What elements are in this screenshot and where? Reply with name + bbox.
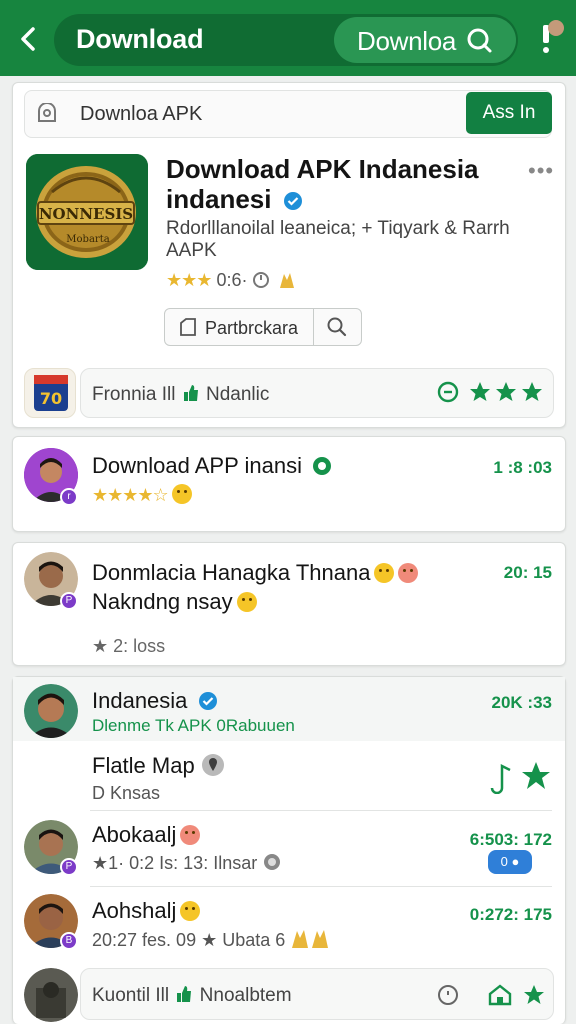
clap-emoji-icon [279,273,294,288]
post-author-name: Donmlacia Hanagka Thnana [92,560,419,586]
thread-item-subtitle: D Knsas [92,783,161,803]
tongue-emoji-icon [180,825,201,845]
avatar-status-badge: P [60,858,78,876]
thread-time: 20K :33 [491,693,552,712]
smile-emoji-icon [180,901,201,921]
search-icon[interactable] [466,27,494,55]
app-title-text: Download APK Indanesia indanesi [166,154,479,214]
thread-item-subtitle-text: ★1· 0:2 Is: 13: Ilnsar [92,853,258,873]
badge-graphic: 70 [34,375,68,411]
thumbs-up-icon [177,986,192,1002]
clap-emoji-icon [292,930,329,948]
app-badge-thumbnail[interactable]: 70 [24,368,76,418]
post-author-text: Donmlacia Hanagka Thnana [92,560,371,585]
magnifier-icon[interactable] [326,316,348,338]
more-options-icon[interactable]: ••• [528,158,554,184]
divider [90,810,552,811]
badge-number: 70 [40,389,62,408]
avatar-status-badge: P [60,592,78,610]
bottom-info-text-b: Nnoalbtem [199,985,292,1006]
location-pin-icon [38,103,56,122]
avatar-image [24,968,78,1022]
post-author-name: Download APP inansi [92,453,332,479]
post-time: 1 :8 :03 [493,458,552,477]
thread-item-title: Flatle Map [92,753,225,779]
reply-count-pill[interactable]: 0 ● [488,850,532,874]
app-subtitle: Rdorlllanoilal leaneica; + Tiqyark & Rar… [166,218,510,261]
rating-stars-icon: ★★★ [166,270,212,290]
avatar-image [24,684,78,738]
verified-badge-icon [283,192,302,210]
thread-item-title: Aohshalj [92,898,201,924]
thread-author-name: Indanesia [92,688,218,714]
bottom-row-actions[interactable] [436,982,554,1008]
button-divider [313,309,314,345]
page-title: Download [76,24,204,54]
assign-button[interactable]: Ass In [466,92,552,134]
post-stars-text: ★★★★☆ [92,485,169,505]
avatar[interactable] [24,684,78,738]
app-rating: ★★★ 0:6· [166,270,298,291]
avatar[interactable] [24,968,78,1022]
thread-subtitle: Dlenme Tk APK 0Rabuuen [92,716,295,735]
app-icon-subtext: Mobarta [66,234,109,245]
thread-item-title-text: Aohshalj [92,898,177,923]
post-meta: ★ 2: loss [92,636,166,656]
heart-eyes-emoji-icon [398,563,419,583]
post-second-line-text: Nakndng nsay [92,589,233,614]
card-search-text[interactable]: Downloa APK [80,103,202,126]
app-info-text-a: Fronnia Ill [92,384,176,405]
app-icon[interactable]: NONNESIS Mobarta [26,154,148,270]
smile-emoji-icon [236,592,257,612]
app-title: Download APK Indanesia indanesi [166,154,516,214]
globe-icon [264,854,281,870]
timer-icon[interactable] [436,380,460,404]
smile-emoji-icon [374,563,395,583]
thread-item-title-text: Flatle Map [92,753,195,778]
verified-badge-icon [198,692,217,710]
clock-icon [253,272,270,288]
reply-count-text: 0 [500,854,508,869]
thread-item-subtitle: 20:27 fes. 09 ★ Ubata 6 [92,928,332,951]
app-icon-graphic: NONNESIS Mobarta [26,154,148,270]
thread-item-title: Abokaalj [92,822,201,848]
post-time: 20: 15 [503,563,552,582]
avatar-status-badge: r [60,488,78,506]
verified-green-icon [313,457,332,475]
thread-item-subtitle: ★1· 0:2 Is: 13: Ilnsar [92,852,282,874]
thread-author-text: Indanesia [92,688,188,713]
thumbs-up-icon [183,385,198,401]
post-rating: ★★★★☆ [92,484,192,506]
thread-item-subtitle-text: 20:27 fes. 09 ★ Ubata 6 [92,930,286,950]
search-query-text[interactable]: Downloa [357,26,456,57]
thread-item-time: 6:503: 172 [469,830,552,849]
bottom-info-text: Kuontil Ill Nnoalbtem [92,984,292,1007]
app-info-text: Fronnia Ill Ndanlic [92,383,269,406]
post-author-text: Download APP inansi [92,453,302,478]
thread-item-time: 0:272: 175 [469,905,552,924]
post-second-line: Nakndng nsay [92,589,257,615]
rating-text: 0:6· [216,270,248,290]
bookmark-icon[interactable] [178,317,198,337]
divider [90,886,552,887]
music-star-icon[interactable] [486,758,552,794]
app-info-actions [436,380,546,404]
smile-emoji-icon [171,484,192,504]
green-stars-icon[interactable] [468,380,546,404]
profile-avatar[interactable] [548,20,564,36]
back-arrow-icon[interactable] [12,22,44,56]
action-button-label[interactable]: Partbrckara [205,318,298,339]
avatar-status-badge: B [60,932,78,950]
location-badge-icon [201,754,224,776]
app-icon-text: NONNESIS [39,205,133,223]
thread-item-title-text: Abokaalj [92,822,177,847]
app-info-text-b: Ndanlic [205,384,270,405]
bottom-info-text-a: Kuontil Ill [92,985,170,1006]
